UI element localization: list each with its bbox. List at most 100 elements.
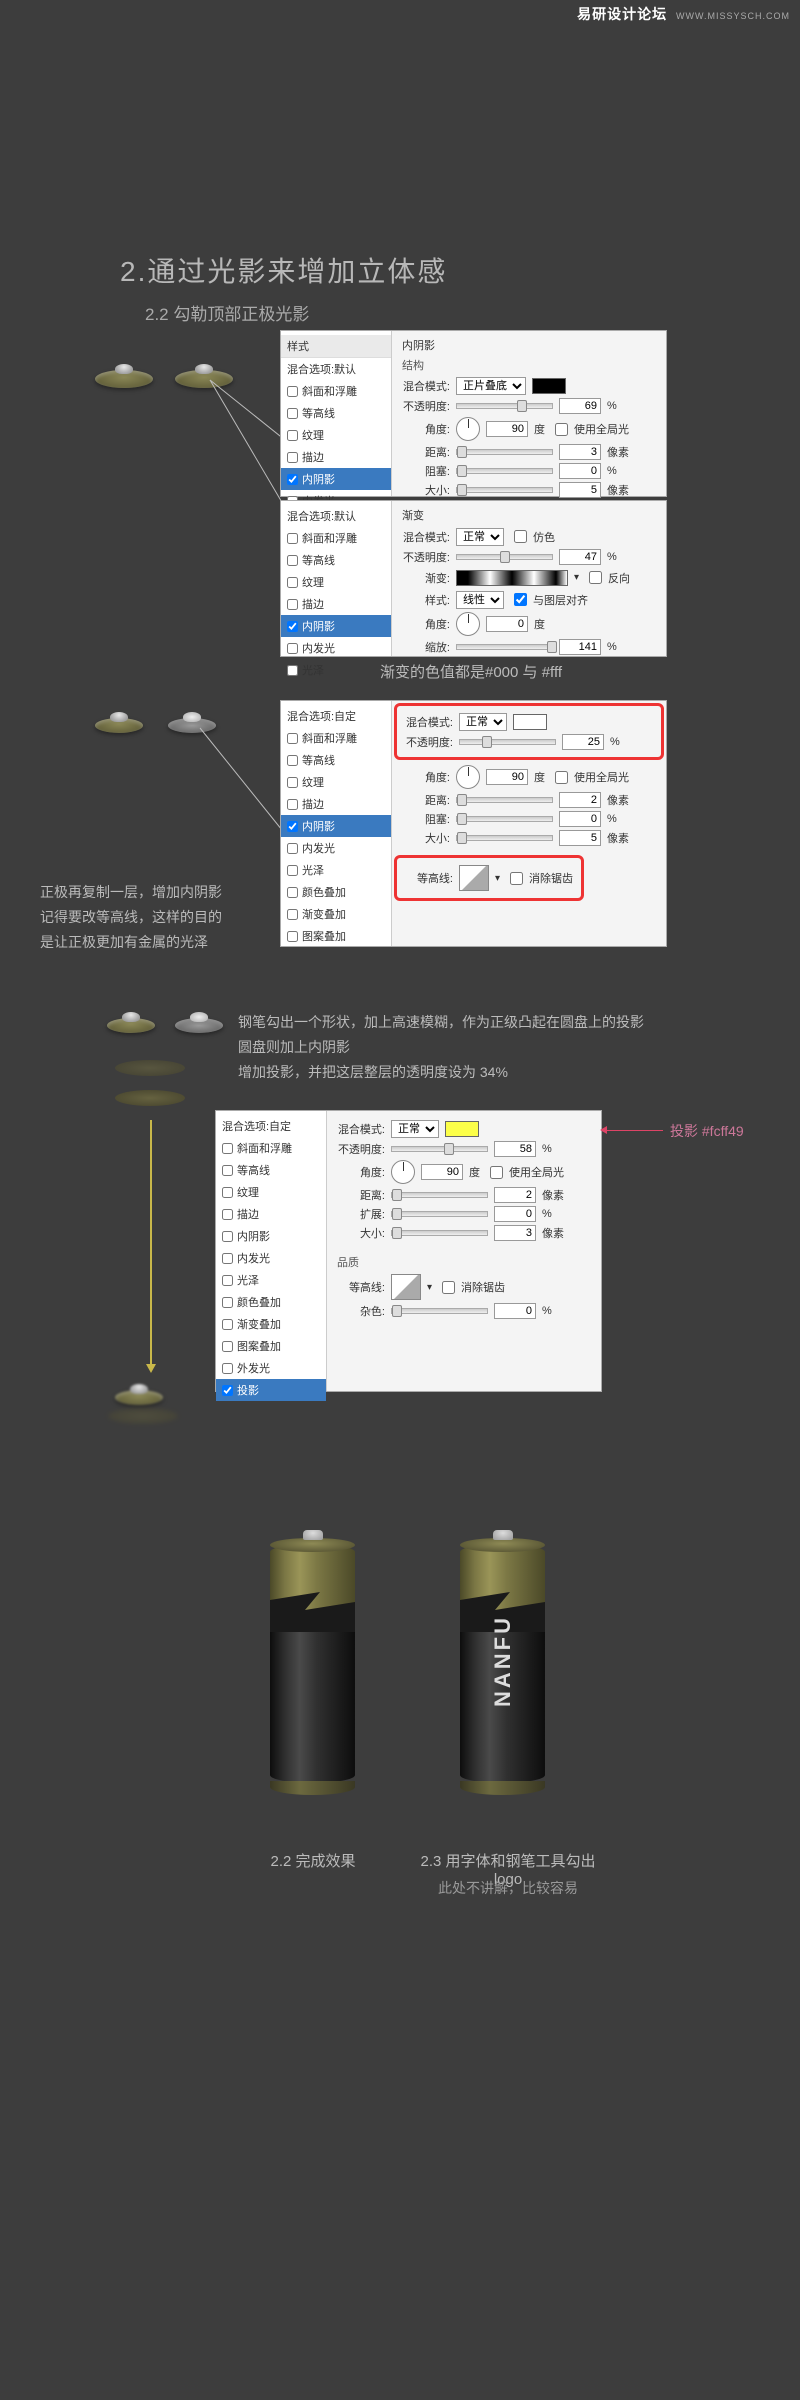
opacity-slider[interactable] bbox=[456, 403, 553, 409]
contour-picker-4[interactable] bbox=[391, 1274, 421, 1300]
angle-dial[interactable] bbox=[456, 417, 480, 441]
row-texture[interactable]: 纹理 bbox=[281, 424, 391, 446]
row-pattern-4[interactable]: 图案叠加 bbox=[216, 1335, 326, 1357]
row-pattern-3[interactable]: 图案叠加 bbox=[281, 925, 391, 947]
angle-input-2[interactable] bbox=[486, 616, 528, 632]
row-blend-default[interactable]: 混合选项:默认 bbox=[281, 358, 391, 380]
distance-input-4[interactable] bbox=[494, 1187, 536, 1203]
opacity-input-2[interactable] bbox=[559, 549, 601, 565]
row-innershadow-3[interactable]: 内阴影 bbox=[281, 815, 391, 837]
dither-cb[interactable]: 仿色 bbox=[510, 527, 555, 546]
row-contour-2[interactable]: 等高线 bbox=[281, 549, 391, 571]
row-contour[interactable]: 等高线 bbox=[281, 402, 391, 424]
blendmode-select[interactable]: 正片叠底 bbox=[456, 377, 526, 395]
angle-dial-4[interactable] bbox=[391, 1160, 415, 1184]
row-contour-4[interactable]: 等高线 bbox=[216, 1159, 326, 1181]
row-color-4[interactable]: 颜色叠加 bbox=[216, 1291, 326, 1313]
global-light-3[interactable]: 使用全局光 bbox=[551, 768, 629, 787]
row-bevel-3[interactable]: 斜面和浮雕 bbox=[281, 727, 391, 749]
angle-dial-3[interactable] bbox=[456, 765, 480, 789]
distance-input[interactable] bbox=[559, 444, 601, 460]
antialias-cb-4[interactable]: 消除锯齿 bbox=[438, 1278, 505, 1297]
contour-picker[interactable] bbox=[459, 865, 489, 891]
row-grad-4[interactable]: 渐变叠加 bbox=[216, 1313, 326, 1335]
cb-innershadow[interactable] bbox=[287, 474, 298, 485]
size-slider[interactable] bbox=[456, 487, 553, 493]
cb-contour[interactable] bbox=[287, 408, 298, 419]
global-light[interactable]: 使用全局光 bbox=[551, 420, 629, 439]
row-contour-3[interactable]: 等高线 bbox=[281, 749, 391, 771]
row-satin-3[interactable]: 光泽 bbox=[281, 859, 391, 881]
row-bevel-2[interactable]: 斜面和浮雕 bbox=[281, 527, 391, 549]
scale-input[interactable] bbox=[559, 639, 601, 655]
row-blend-custom-3[interactable]: 混合选项:自定 bbox=[281, 705, 391, 727]
color-swatch-3[interactable] bbox=[513, 714, 547, 730]
angle-input[interactable] bbox=[486, 421, 528, 437]
angle-input-3[interactable] bbox=[486, 769, 528, 785]
opacity-input-3[interactable] bbox=[562, 734, 604, 750]
choke-input[interactable] bbox=[559, 463, 601, 479]
scale-slider[interactable] bbox=[456, 644, 553, 650]
opacity-input[interactable] bbox=[559, 398, 601, 414]
size-input-4[interactable] bbox=[494, 1225, 536, 1241]
row-dropshadow-4[interactable]: 投影 bbox=[216, 1379, 326, 1401]
row-blend-default-2[interactable]: 混合选项:默认 bbox=[281, 505, 391, 527]
row-stroke-2[interactable]: 描边 bbox=[281, 593, 391, 615]
choke-slider[interactable] bbox=[456, 468, 553, 474]
distance-input-3[interactable] bbox=[559, 792, 601, 808]
row-texture-3[interactable]: 纹理 bbox=[281, 771, 391, 793]
opacity-slider-4[interactable] bbox=[391, 1146, 488, 1152]
row-texture-2[interactable]: 纹理 bbox=[281, 571, 391, 593]
noise-input-4[interactable] bbox=[494, 1303, 536, 1319]
row-stroke-3[interactable]: 描边 bbox=[281, 793, 391, 815]
row-innerglow-3[interactable]: 内发光 bbox=[281, 837, 391, 859]
row-satin-2[interactable]: 光泽 bbox=[281, 659, 391, 681]
row-outerglow-4[interactable]: 外发光 bbox=[216, 1357, 326, 1379]
row-texture-4[interactable]: 纹理 bbox=[216, 1181, 326, 1203]
cb-stroke[interactable] bbox=[287, 452, 298, 463]
size-input-3[interactable] bbox=[559, 830, 601, 846]
cb-bevel[interactable] bbox=[287, 386, 298, 397]
row-innershadow[interactable]: 内阴影 bbox=[281, 468, 391, 490]
row-innerglow-2[interactable]: 内发光 bbox=[281, 637, 391, 659]
style-select[interactable]: 线性 bbox=[456, 591, 504, 609]
row-bevel[interactable]: 斜面和浮雕 bbox=[281, 380, 391, 402]
opacity-slider-3[interactable] bbox=[459, 739, 556, 745]
row-innershadow-4[interactable]: 内阴影 bbox=[216, 1225, 326, 1247]
color-swatch[interactable] bbox=[532, 378, 566, 394]
size-input[interactable] bbox=[559, 482, 601, 498]
row-bevel-4[interactable]: 斜面和浮雕 bbox=[216, 1137, 326, 1159]
row-stroke[interactable]: 描边 bbox=[281, 446, 391, 468]
spread-input-4[interactable] bbox=[494, 1206, 536, 1222]
angle-input-4[interactable] bbox=[421, 1164, 463, 1180]
distance-slider-3[interactable] bbox=[456, 797, 553, 803]
row-color-3[interactable]: 颜色叠加 bbox=[281, 881, 391, 903]
angle-dial-2[interactable] bbox=[456, 612, 480, 636]
gradient-picker[interactable] bbox=[456, 570, 568, 586]
row-satin-4[interactable]: 光泽 bbox=[216, 1269, 326, 1291]
size-slider-3[interactable] bbox=[456, 835, 553, 841]
blendmode-select-2[interactable]: 正常 bbox=[456, 528, 504, 546]
choke-input-3[interactable] bbox=[559, 811, 601, 827]
row-stroke-4[interactable]: 描边 bbox=[216, 1203, 326, 1225]
distance-slider[interactable] bbox=[456, 449, 553, 455]
antialias-cb[interactable]: 消除锯齿 bbox=[506, 869, 573, 888]
row-blend-custom-4[interactable]: 混合选项:自定 bbox=[216, 1115, 326, 1137]
opacity-input-4[interactable] bbox=[494, 1141, 536, 1157]
row-grad-3[interactable]: 渐变叠加 bbox=[281, 903, 391, 925]
distance-slider-4[interactable] bbox=[391, 1192, 488, 1198]
row-innershadow-2[interactable]: 内阴影 bbox=[281, 615, 391, 637]
cb-texture[interactable] bbox=[287, 430, 298, 441]
align-cb[interactable]: 与图层对齐 bbox=[510, 590, 588, 609]
global-light-4[interactable]: 使用全局光 bbox=[486, 1163, 564, 1182]
size-slider-4[interactable] bbox=[391, 1230, 488, 1236]
blendmode-select-3[interactable]: 正常 bbox=[459, 713, 507, 731]
blendmode-select-4[interactable]: 正常 bbox=[391, 1120, 439, 1138]
spread-slider-4[interactable] bbox=[391, 1211, 488, 1217]
reverse-cb[interactable]: 反向 bbox=[585, 568, 630, 587]
choke-slider-3[interactable] bbox=[456, 816, 553, 822]
opacity-slider-2[interactable] bbox=[456, 554, 553, 560]
row-innerglow-4[interactable]: 内发光 bbox=[216, 1247, 326, 1269]
noise-slider-4[interactable] bbox=[391, 1308, 488, 1314]
color-swatch-4[interactable] bbox=[445, 1121, 479, 1137]
